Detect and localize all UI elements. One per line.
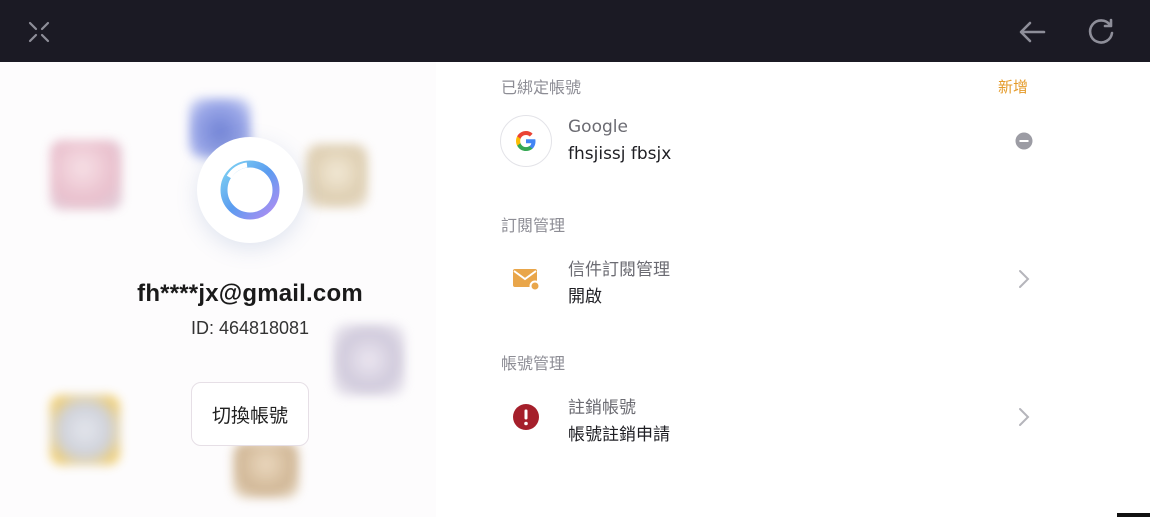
mail-subscription-row[interactable]: 信件訂閱管理 開啟 xyxy=(500,253,1100,309)
subscription-title: 訂閱管理 xyxy=(501,216,566,235)
refresh-icon xyxy=(1088,18,1114,44)
google-icon xyxy=(500,115,552,167)
close-button[interactable] xyxy=(21,14,57,50)
character-avatar-tile xyxy=(306,144,368,208)
mail-icon xyxy=(500,253,552,305)
add-account-link[interactable]: 新增 xyxy=(998,76,1028,97)
chevron-right-icon xyxy=(1014,407,1034,427)
back-button[interactable] xyxy=(1014,14,1050,50)
account-management-title: 帳號管理 xyxy=(501,354,566,373)
character-avatar-tile xyxy=(233,442,299,498)
delete-account-row[interactable]: 註銷帳號 帳號註銷申請 xyxy=(500,391,1100,447)
profile-panel: fh****jx@gmail.com ID: 464818081 切換帳號 xyxy=(0,62,436,517)
bound-account-name: fhsjissj fbsjx xyxy=(568,144,672,164)
mail-subscription-label: 信件訂閱管理 xyxy=(568,260,670,280)
character-avatar-tile xyxy=(50,395,120,465)
alert-icon xyxy=(500,391,552,443)
delete-account-label: 註銷帳號 xyxy=(568,398,636,418)
bound-account-row[interactable]: Google fhsjissj fbsjx xyxy=(500,115,1100,171)
corner-artifact xyxy=(1117,513,1150,517)
remove-icon xyxy=(1015,132,1033,150)
arrow-left-icon xyxy=(1019,21,1046,43)
close-x-icon xyxy=(28,21,50,43)
settings-panel: 已綁定帳號 新增 Google fhsjissj fbsjx 訂閱管理 信件訂閱… xyxy=(436,62,1150,517)
delete-account-value: 帳號註銷申請 xyxy=(568,425,670,445)
mail-subscription-value: 開啟 xyxy=(568,287,602,307)
top-bar xyxy=(0,0,1150,62)
account-id: ID: 464818081 xyxy=(190,318,310,338)
remove-account-button[interactable] xyxy=(1014,131,1034,151)
refresh-button[interactable] xyxy=(1083,14,1119,50)
bound-accounts-title: 已綁定帳號 xyxy=(501,78,582,97)
ring-logo-icon xyxy=(220,160,280,220)
app-logo xyxy=(197,137,303,243)
switch-account-button[interactable]: 切換帳號 xyxy=(191,382,309,446)
provider-name: Google xyxy=(568,117,628,137)
character-avatar-tile xyxy=(50,140,122,210)
chevron-right-icon xyxy=(1014,269,1034,289)
account-email: fh****jx@gmail.com xyxy=(137,280,363,307)
